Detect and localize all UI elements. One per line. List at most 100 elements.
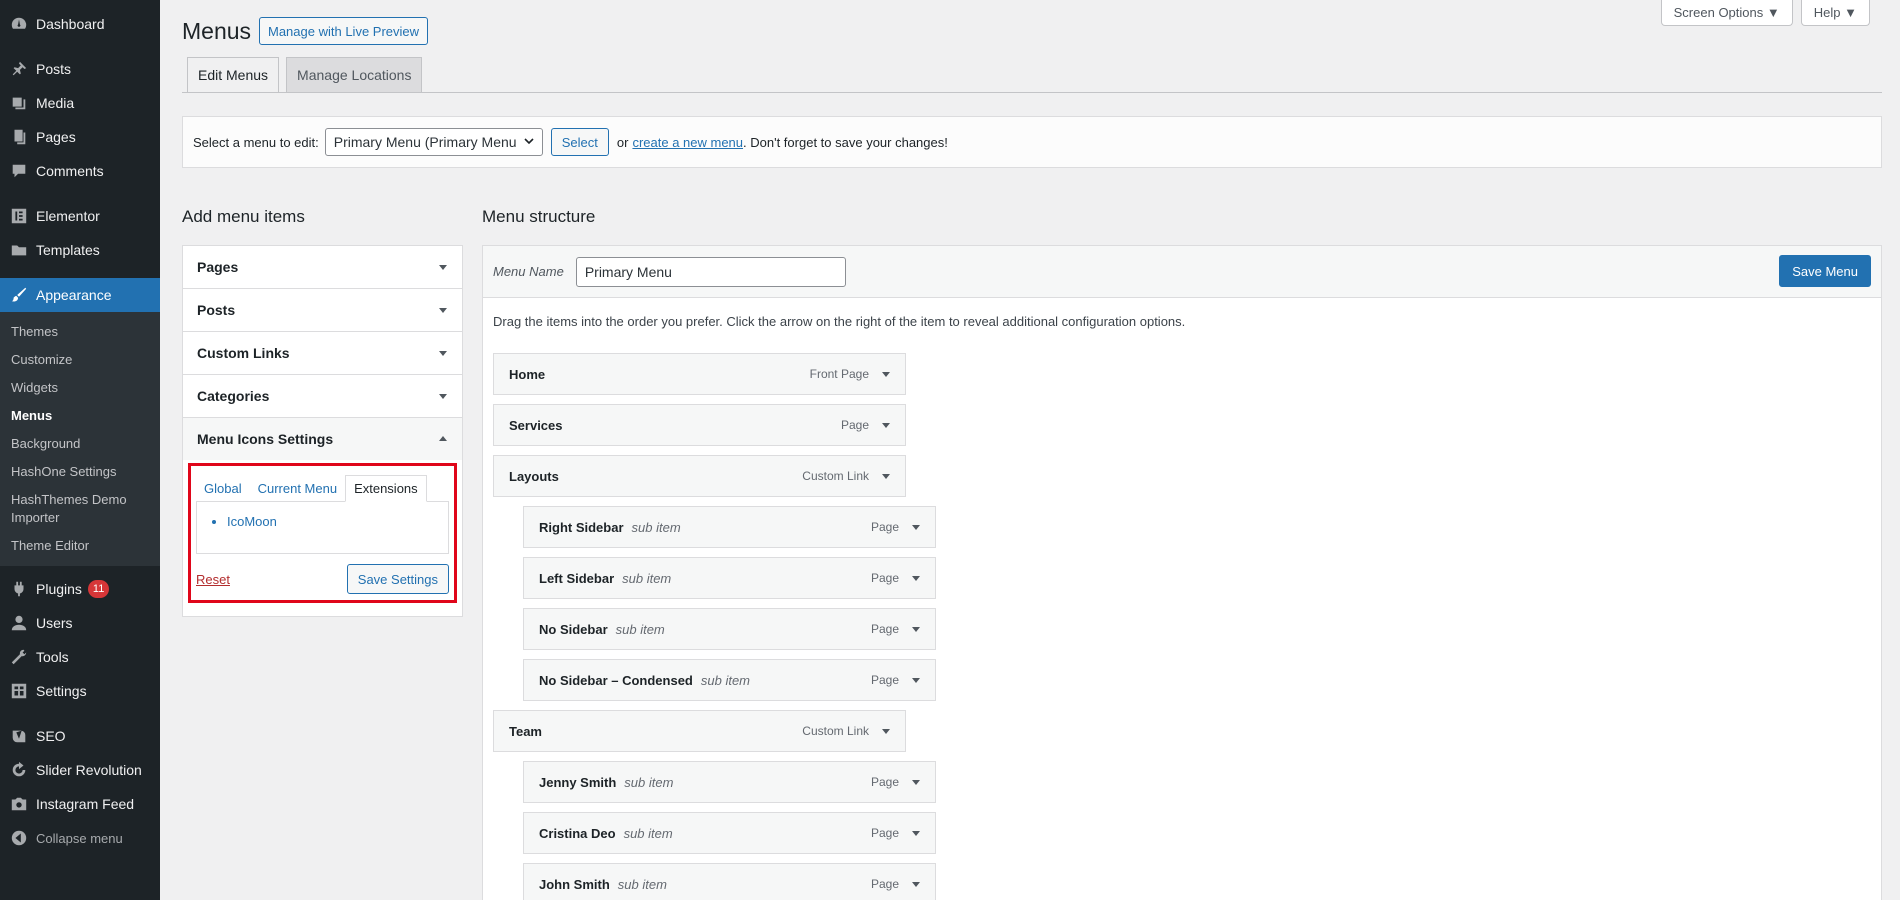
select-menu-button[interactable]: Select: [550, 128, 609, 156]
tab-current-menu[interactable]: Current Menu: [250, 476, 345, 501]
menu-item-title: Right Sidebar: [539, 519, 624, 535]
paintbrush-icon: [9, 285, 29, 305]
tab-global[interactable]: Global: [196, 476, 250, 501]
admin-sidebar: Dashboard Posts Media Pages Comments Ele…: [0, 0, 160, 900]
nav-label: SEO: [36, 728, 66, 744]
nav-comments[interactable]: Comments: [0, 154, 160, 188]
menu-item[interactable]: Home Front Page: [493, 353, 906, 395]
caret-down-icon[interactable]: [909, 622, 923, 636]
nav-seo[interactable]: SEO: [0, 719, 160, 753]
nav-dashboard[interactable]: Dashboard: [0, 7, 160, 41]
tab-extensions[interactable]: Extensions: [345, 475, 427, 502]
menu-item[interactable]: Right Sidebar sub item Page: [523, 506, 936, 548]
menu-structure-heading: Menu structure: [482, 207, 596, 226]
accordion-toggle-categories[interactable]: Categories: [183, 375, 462, 417]
menu-name-label: Menu Name: [493, 264, 564, 279]
menu-item[interactable]: No Sidebar sub item Page: [523, 608, 936, 650]
nav-label: Instagram Feed: [36, 796, 135, 812]
live-preview-button[interactable]: Manage with Live Preview: [259, 17, 429, 45]
submenu-hashone-settings[interactable]: HashOne Settings: [0, 458, 160, 486]
accordion-title: Custom Links: [197, 345, 290, 361]
menu-item-title: No Sidebar – Condensed: [539, 672, 693, 688]
nav-posts[interactable]: Posts: [0, 52, 160, 86]
menu-item[interactable]: Services Page: [493, 404, 906, 446]
collapse-icon: [9, 828, 29, 848]
accordion-title: Pages: [197, 259, 239, 275]
submenu-menus[interactable]: Menus: [0, 402, 160, 430]
caret-down-icon[interactable]: [909, 673, 923, 687]
highlight-box: Global Current Menu Extensions IcoMoon R…: [188, 463, 457, 603]
nav-templates[interactable]: Templates: [0, 233, 160, 267]
tab-manage-locations[interactable]: Manage Locations: [286, 57, 423, 93]
submenu-widgets[interactable]: Widgets: [0, 374, 160, 402]
nav-label: Pages: [36, 129, 76, 145]
save-reminder-text: . Don't forget to save your changes!: [743, 134, 948, 150]
menu-item-type: Page: [870, 775, 899, 789]
nav-tools[interactable]: Tools: [0, 640, 160, 674]
caret-down-icon[interactable]: [879, 724, 893, 738]
menu-item[interactable]: Team Custom Link: [493, 710, 906, 752]
save-settings-button[interactable]: Save Settings: [346, 564, 449, 594]
menu-item[interactable]: Cristina Deo sub item Page: [523, 812, 936, 854]
menu-item[interactable]: John Smith sub item Page: [523, 863, 936, 900]
nav-instagram-feed[interactable]: Instagram Feed: [0, 787, 160, 821]
menu-name-bar: Menu Name Save Menu: [483, 246, 1881, 298]
menu-item[interactable]: Jenny Smith sub item Page: [523, 761, 936, 803]
menu-item-sub-label: sub item: [617, 876, 667, 892]
elementor-icon: [9, 206, 29, 226]
menu-item-type: Page: [870, 571, 899, 585]
accordion-toggle-posts[interactable]: Posts: [183, 289, 462, 331]
caret-down-icon[interactable]: [879, 469, 893, 483]
caret-down-icon[interactable]: [909, 826, 923, 840]
menu-item-type: Custom Link: [802, 724, 869, 738]
accordion-toggle-menu-icons[interactable]: Menu Icons Settings: [183, 418, 462, 460]
yoast-icon: [9, 726, 29, 746]
main-content: Screen Options ▼ Help ▼ Menus Manage wit…: [160, 0, 1900, 900]
menu-item[interactable]: Layouts Custom Link: [493, 455, 906, 497]
caret-down-icon[interactable]: [879, 367, 893, 381]
extension-icomoon[interactable]: IcoMoon: [227, 514, 448, 529]
menu-item-sub-label: sub item: [624, 774, 674, 790]
caret-down-icon[interactable]: [909, 571, 923, 585]
menu-item[interactable]: No Sidebar – Condensed sub item Page: [523, 659, 936, 701]
reset-link[interactable]: Reset: [196, 572, 230, 587]
save-menu-button[interactable]: Save Menu: [1779, 255, 1871, 287]
nav-label: Posts: [36, 61, 72, 77]
menu-item[interactable]: Left Sidebar sub item Page: [523, 557, 936, 599]
submenu-customize[interactable]: Customize: [0, 346, 160, 374]
nav-pages[interactable]: Pages: [0, 120, 160, 154]
nav-slider-revolution[interactable]: Slider Revolution: [0, 753, 160, 787]
caret-down-icon[interactable]: [909, 775, 923, 789]
accordion-toggle-pages[interactable]: Pages: [183, 246, 462, 288]
caret-down-icon[interactable]: [909, 877, 923, 891]
nav-media[interactable]: Media: [0, 86, 160, 120]
plugin-icon: [9, 579, 29, 599]
menu-name-input[interactable]: [575, 256, 846, 287]
submenu-background[interactable]: Background: [0, 430, 160, 458]
drag-instructions: Drag the items into the order you prefer…: [493, 314, 1186, 329]
collapse-menu-button[interactable]: Collapse menu: [0, 821, 160, 855]
nav-label: Dashboard: [36, 16, 105, 32]
menu-icons-settings-panel: Global Current Menu Extensions IcoMoon R…: [183, 460, 462, 616]
submenu-themes[interactable]: Themes: [0, 318, 160, 346]
select-menu-label: Select a menu to edit:: [193, 134, 319, 150]
nav-label: Templates: [36, 242, 100, 258]
caret-down-icon[interactable]: [879, 418, 893, 432]
menu-item-sub-label: sub item: [700, 672, 751, 688]
caret-down-icon[interactable]: [909, 520, 923, 534]
help-button[interactable]: Help ▼: [1800, 0, 1870, 26]
nav-users[interactable]: Users: [0, 606, 160, 640]
nav-settings[interactable]: Settings: [0, 674, 160, 708]
create-new-menu-link[interactable]: create a new menu: [632, 135, 743, 150]
menu-item-title: Services: [509, 417, 563, 433]
submenu-theme-editor[interactable]: Theme Editor: [0, 532, 160, 560]
menu-item-sub-label: sub item: [622, 570, 672, 586]
nav-appearance[interactable]: Appearance: [0, 278, 160, 312]
nav-plugins[interactable]: Plugins 11: [0, 572, 160, 606]
accordion-toggle-custom-links[interactable]: Custom Links: [183, 332, 462, 374]
screen-options-button[interactable]: Screen Options ▼: [1660, 0, 1793, 26]
menu-select[interactable]: Primary Menu (Primary Menu): [324, 128, 543, 156]
nav-elementor[interactable]: Elementor: [0, 199, 160, 233]
tab-edit-menus[interactable]: Edit Menus: [187, 57, 280, 93]
submenu-demo-importer[interactable]: HashThemes Demo Importer: [0, 486, 160, 532]
